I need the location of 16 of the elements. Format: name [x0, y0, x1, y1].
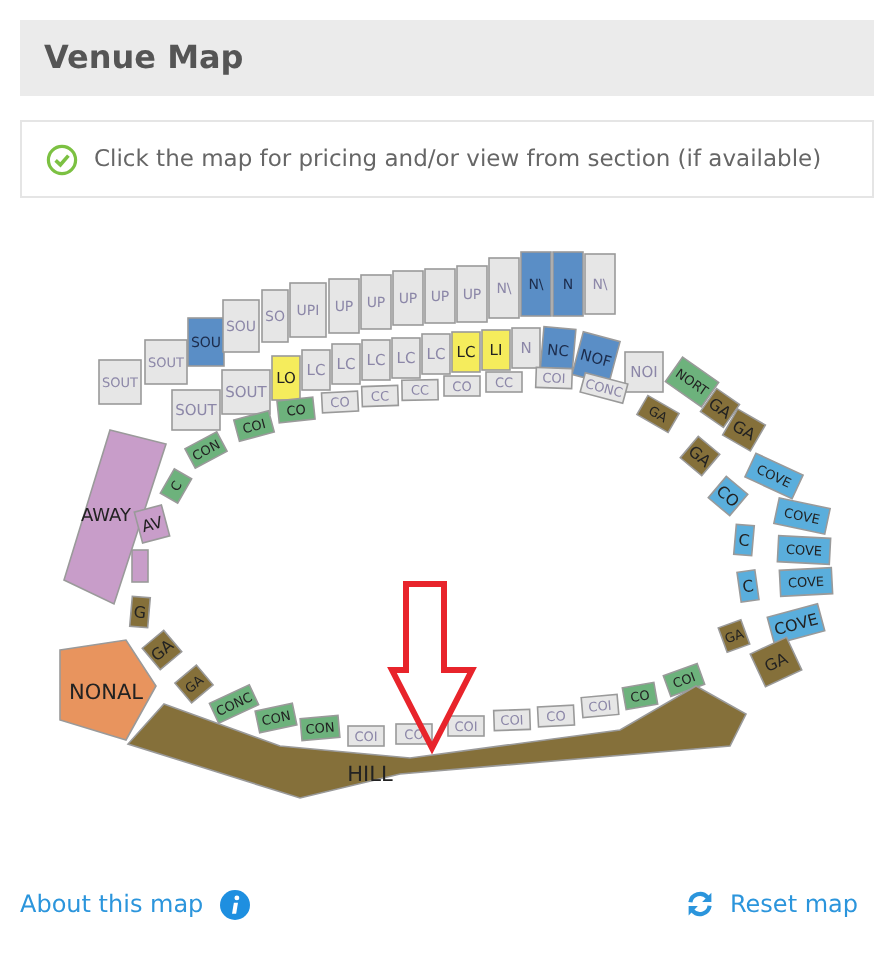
- check-icon: [46, 143, 78, 175]
- panel-title: Venue Map: [44, 36, 244, 80]
- map-section[interactable]: CO: [707, 475, 749, 517]
- map-section[interactable]: AV: [133, 503, 171, 545]
- map-section[interactable]: COVE: [766, 602, 826, 646]
- reset-map-link[interactable]: Reset map: [730, 886, 858, 922]
- refresh-icon[interactable]: [686, 890, 714, 918]
- map-section[interactable]: GA: [679, 435, 721, 477]
- info-icon[interactable]: [219, 889, 250, 919]
- map-section[interactable]: GA: [141, 629, 183, 671]
- info-text: Click the map for pricing and/or view from section (if available): [94, 141, 822, 176]
- map-section[interactable]: C: [732, 523, 756, 557]
- about-map-link[interactable]: About this map: [20, 886, 204, 922]
- map-section[interactable]: C: [736, 569, 760, 603]
- map-section[interactable]: G: [128, 595, 152, 629]
- map-section[interactable]: GA: [749, 636, 803, 688]
